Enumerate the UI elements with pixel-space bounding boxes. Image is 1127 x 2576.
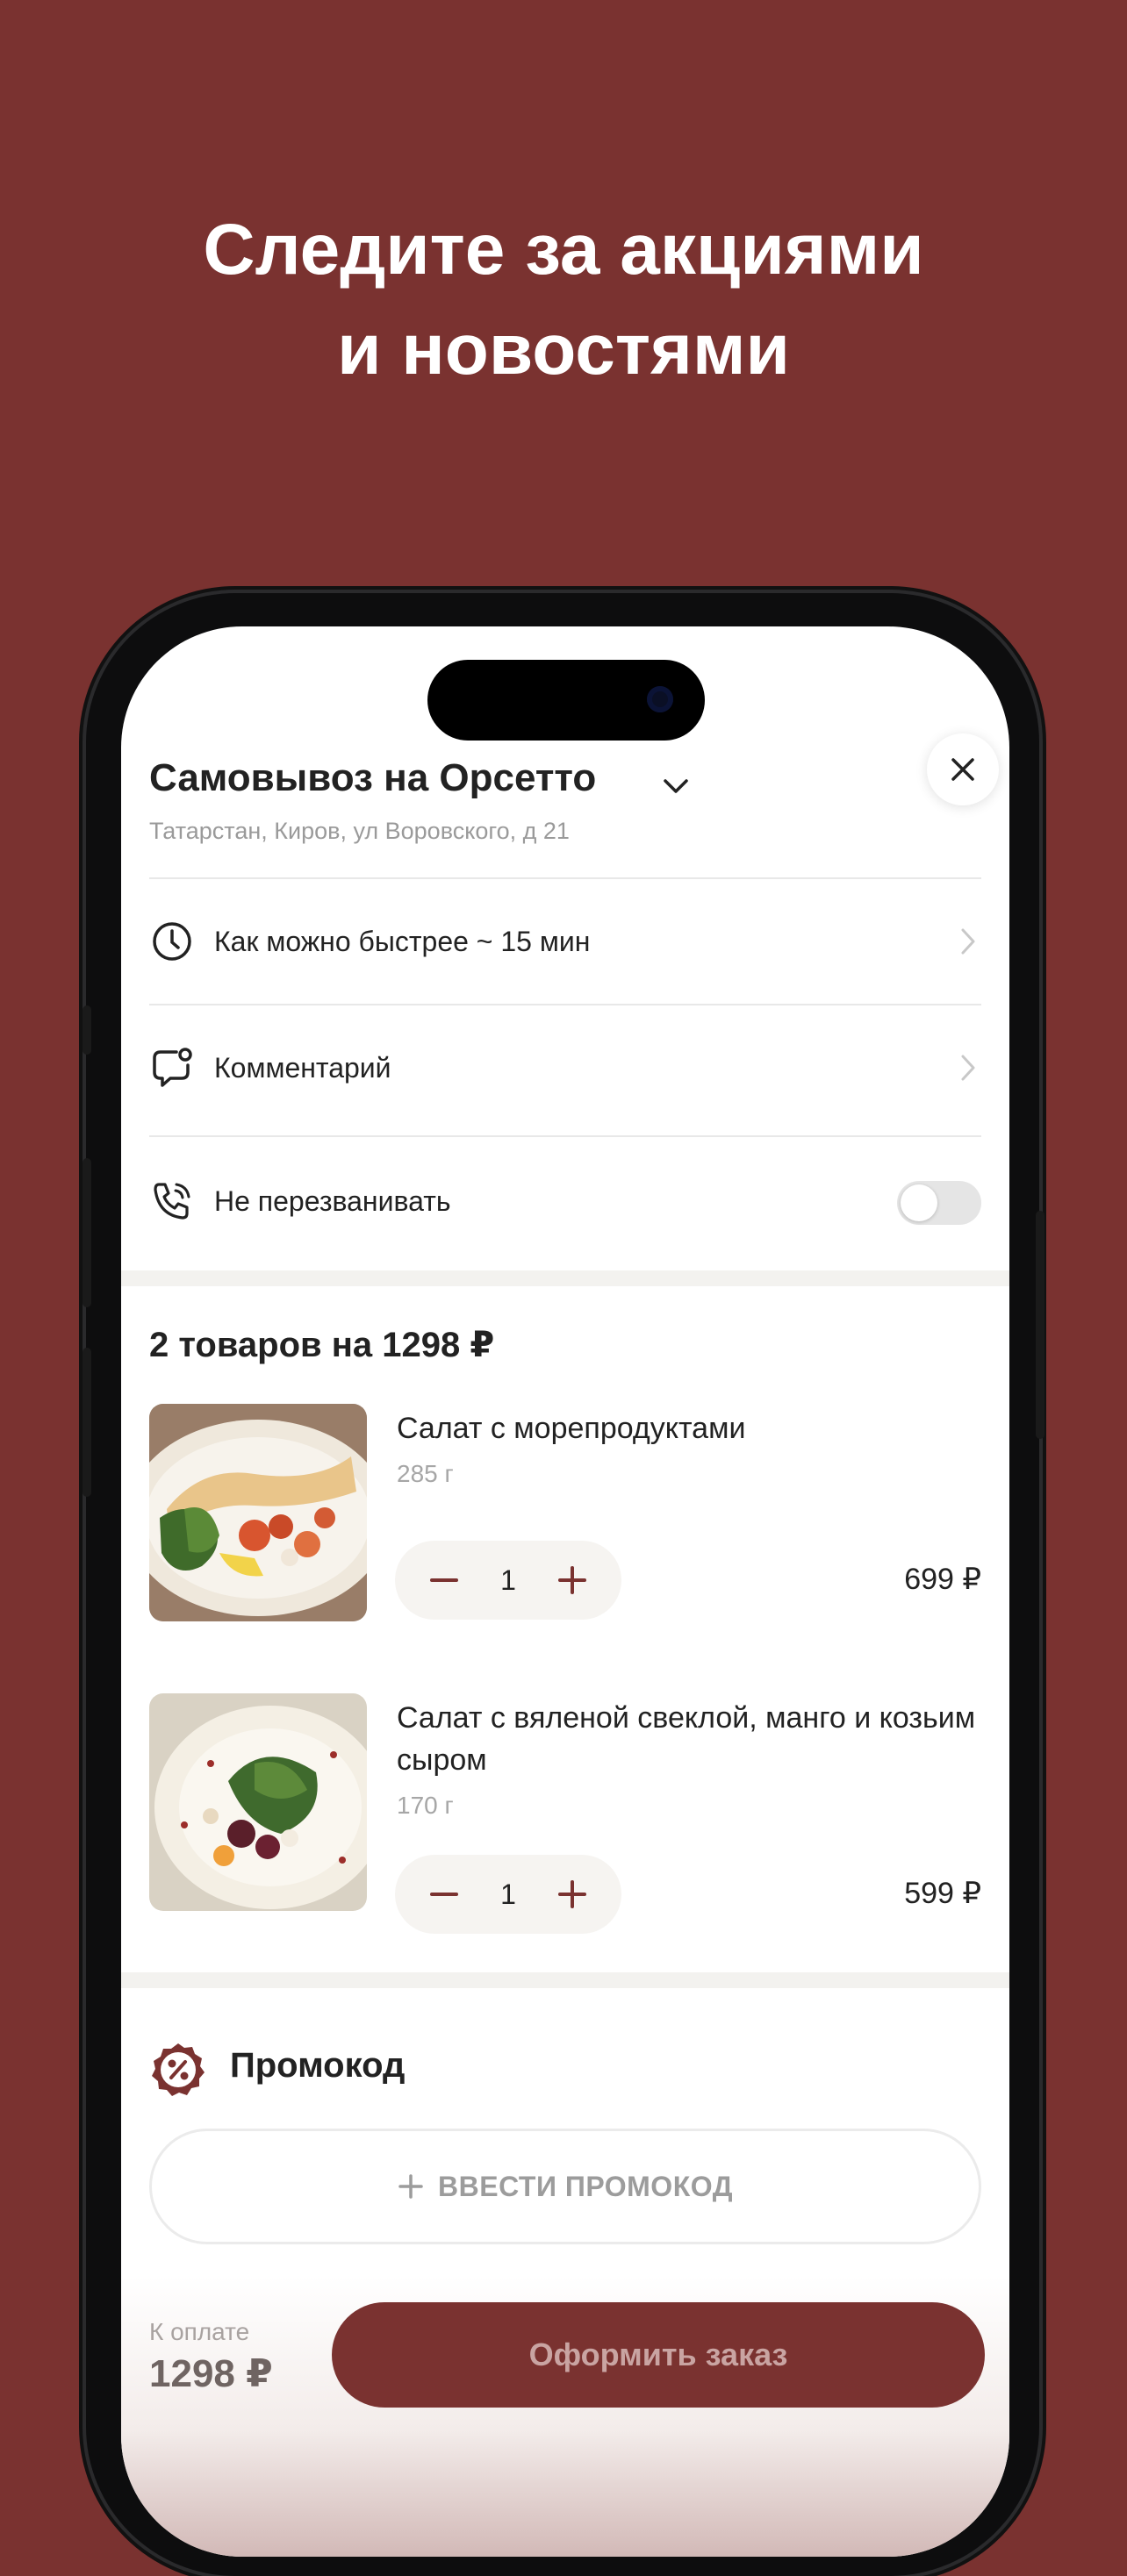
- app-screen: Самовывоз на Орсетто Татарстан, Киров, у…: [121, 626, 1009, 2557]
- promo-title: Промокод: [230, 2046, 406, 2085]
- divider: [149, 1135, 981, 1137]
- minus-icon: [430, 1893, 458, 1896]
- increase-button[interactable]: [555, 1877, 590, 1912]
- percent-badge-icon: [152, 2043, 205, 2096]
- total-amount: 1298 ₽: [149, 2352, 273, 2395]
- no-callback-label: Не перезванивать: [214, 1184, 451, 1217]
- product-image-beet-salad[interactable]: [149, 1693, 367, 1911]
- comment-row[interactable]: Комментарий: [149, 1028, 981, 1107]
- product-name: Салат с вяленой свеклой, манго и козьим …: [397, 1701, 976, 1777]
- total-label: К оплате: [149, 2318, 250, 2345]
- toggle-knob: [901, 1184, 937, 1221]
- plus-icon: [557, 1880, 586, 1908]
- no-callback-toggle[interactable]: [897, 1181, 981, 1225]
- product-image-seafood-salad[interactable]: [149, 1404, 367, 1621]
- phone-volume-up: [83, 1158, 91, 1307]
- quantity-stepper: 1: [395, 1541, 621, 1620]
- headline-line-1: Следите за акциями: [203, 210, 924, 290]
- no-callback-row: Не перезванивать: [149, 1162, 981, 1241]
- chevron-right-icon: [961, 1055, 975, 1081]
- pickup-title[interactable]: Самовывоз на Орсетто: [149, 756, 596, 800]
- clock-icon: [149, 919, 195, 964]
- section-separator: [121, 1972, 1009, 1988]
- enter-promo-label: ВВЕСТИ ПРОМОКОД: [438, 2170, 733, 2202]
- delivery-time-label: Как можно быстрее ~ 15 мин: [214, 925, 591, 957]
- decrease-button[interactable]: [427, 1563, 462, 1598]
- phone-power-button: [1036, 1211, 1044, 1439]
- cart-title: 2 товаров на 1298 ₽: [149, 1326, 495, 1364]
- phone-icon: [149, 1178, 195, 1224]
- headline: Следите за акциями и новостями: [0, 200, 1127, 400]
- plus-icon: [557, 1566, 586, 1594]
- chat-bubble-icon: [149, 1045, 195, 1091]
- phone-volume-down: [83, 1348, 91, 1497]
- quantity-value: 1: [500, 1563, 516, 1596]
- increase-button[interactable]: [555, 1563, 590, 1598]
- chevron-down-icon[interactable]: [660, 776, 692, 797]
- pickup-address: Татарстан, Киров, ул Воровского, д 21: [149, 818, 570, 844]
- close-icon: [951, 758, 974, 781]
- chevron-right-icon: [961, 928, 975, 955]
- product-weight: 170 г: [397, 1792, 454, 1819]
- product-price: 599 ₽: [904, 1877, 981, 1910]
- section-separator: [121, 1270, 1009, 1286]
- product-price: 699 ₽: [904, 1563, 981, 1596]
- phone-side-button: [83, 1005, 91, 1055]
- close-button[interactable]: [927, 733, 999, 805]
- quantity-stepper: 1: [395, 1855, 621, 1934]
- comment-label: Комментарий: [214, 1051, 391, 1084]
- product-name: Салат с морепродуктами: [397, 1412, 746, 1445]
- plus-icon: [398, 2174, 423, 2199]
- camera-icon: [647, 686, 673, 712]
- divider: [149, 1004, 981, 1005]
- headline-line-2: и новостями: [337, 310, 790, 390]
- delivery-time-row[interactable]: Как можно быстрее ~ 15 мин: [149, 902, 981, 981]
- quantity-value: 1: [500, 1878, 516, 1910]
- decrease-button[interactable]: [427, 1877, 462, 1912]
- product-weight: 285 г: [397, 1460, 454, 1487]
- minus-icon: [430, 1578, 458, 1582]
- divider: [149, 877, 981, 879]
- dynamic-island: [427, 660, 705, 741]
- checkout-button[interactable]: Оформить заказ: [332, 2302, 985, 2408]
- enter-promo-button[interactable]: ВВЕСТИ ПРОМОКОД: [149, 2129, 981, 2244]
